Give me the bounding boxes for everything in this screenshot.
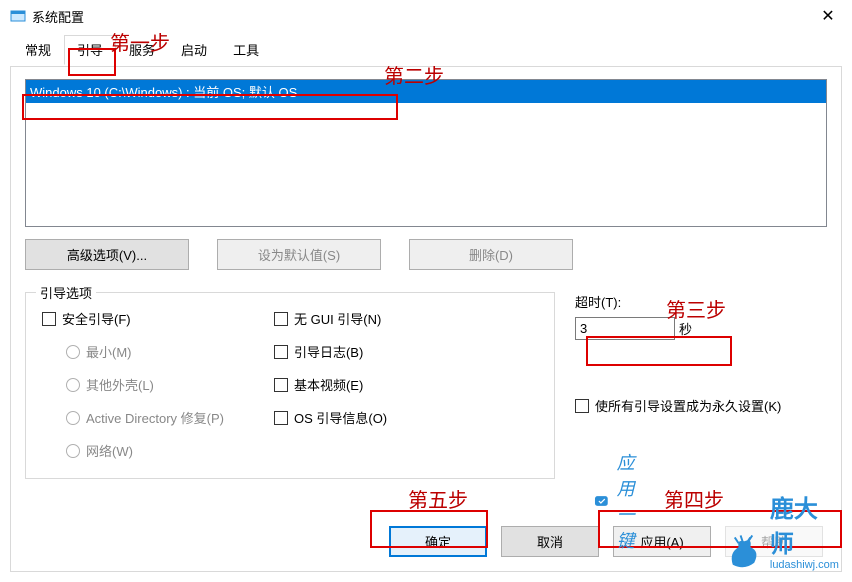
timeout-input[interactable] [575,317,675,340]
network-label: 网络(W) [86,441,133,460]
minimal-radio: 最小(M) [66,342,224,361]
network-input [66,444,80,458]
timeout-label: 超时(T): [575,292,827,311]
window-title: 系统配置 [32,7,84,26]
apply-button[interactable]: 应用(A) [613,526,711,557]
minimal-input [66,345,80,359]
safe-boot-checkbox[interactable]: 安全引导(F) [42,309,224,328]
tab-panel: Windows 10 (C:\Windows) : 当前 OS; 默认 OS 高… [10,66,842,572]
no-gui-input[interactable] [274,312,288,326]
dialog-content: 常规 引导 服务 启动 工具 Windows 10 (C:\Windows) :… [0,32,852,582]
cancel-button[interactable]: 取消 [501,526,599,557]
safe-boot-input[interactable] [42,312,56,326]
advanced-options-button[interactable]: 高级选项(V)... [25,239,189,270]
boot-log-input[interactable] [274,345,288,359]
ok-button[interactable]: 确定 [389,526,487,557]
tab-general[interactable]: 常规 [12,35,64,65]
alt-shell-input [66,378,80,392]
base-video-checkbox[interactable]: 基本视频(E) [274,375,387,394]
base-video-input[interactable] [274,378,288,392]
ad-repair-label: Active Directory 修复(P) [86,408,224,427]
msconfig-icon [10,8,26,24]
boot-options-group: 引导选项 安全引导(F) 最小(M) [25,292,555,479]
dialog-buttons: 确定 取消 应用(A) 帮助 [389,526,823,557]
alt-shell-label: 其他外壳(L) [86,375,154,394]
ad-repair-input [66,411,80,425]
titlebar: 系统配置 ✕ [0,0,852,32]
no-gui-label: 无 GUI 引导(N) [294,309,381,328]
alt-shell-radio: 其他外壳(L) [66,375,224,394]
tab-boot[interactable]: 引导 [64,35,116,65]
tab-tools[interactable]: 工具 [220,35,272,65]
os-boot-info-input[interactable] [274,411,288,425]
timeout-unit: 秒 [679,319,692,338]
ad-repair-radio: Active Directory 修复(P) [66,408,224,427]
boot-options-title: 引导选项 [36,283,96,302]
set-default-button: 设为默认值(S) [217,239,381,270]
close-button[interactable]: ✕ [808,0,848,32]
help-button[interactable]: 帮助 [725,526,823,557]
os-list-item[interactable]: Windows 10 (C:\Windows) : 当前 OS; 默认 OS [26,80,826,103]
os-listbox[interactable]: Windows 10 (C:\Windows) : 当前 OS; 默认 OS [25,79,827,227]
boot-log-checkbox[interactable]: 引导日志(B) [274,342,387,361]
permanent-input[interactable] [575,399,589,413]
permanent-label: 使所有引导设置成为永久设置(K) [595,396,781,415]
minimal-label: 最小(M) [86,342,132,361]
network-radio: 网络(W) [66,441,224,460]
no-gui-checkbox[interactable]: 无 GUI 引导(N) [274,309,387,328]
os-button-row: 高级选项(V)... 设为默认值(S) 删除(D) [25,239,827,270]
tab-services[interactable]: 服务 [116,35,168,65]
boot-log-label: 引导日志(B) [294,342,363,361]
delete-button: 删除(D) [409,239,573,270]
safe-boot-label: 安全引导(F) [62,309,131,328]
os-boot-info-label: OS 引导信息(O) [294,408,387,427]
base-video-label: 基本视频(E) [294,375,363,394]
permanent-checkbox[interactable]: 使所有引导设置成为永久设置(K) [575,396,827,415]
tab-startup[interactable]: 启动 [168,35,220,65]
tab-strip: 常规 引导 服务 启动 工具 [12,35,842,65]
os-boot-info-checkbox[interactable]: OS 引导信息(O) [274,408,387,427]
